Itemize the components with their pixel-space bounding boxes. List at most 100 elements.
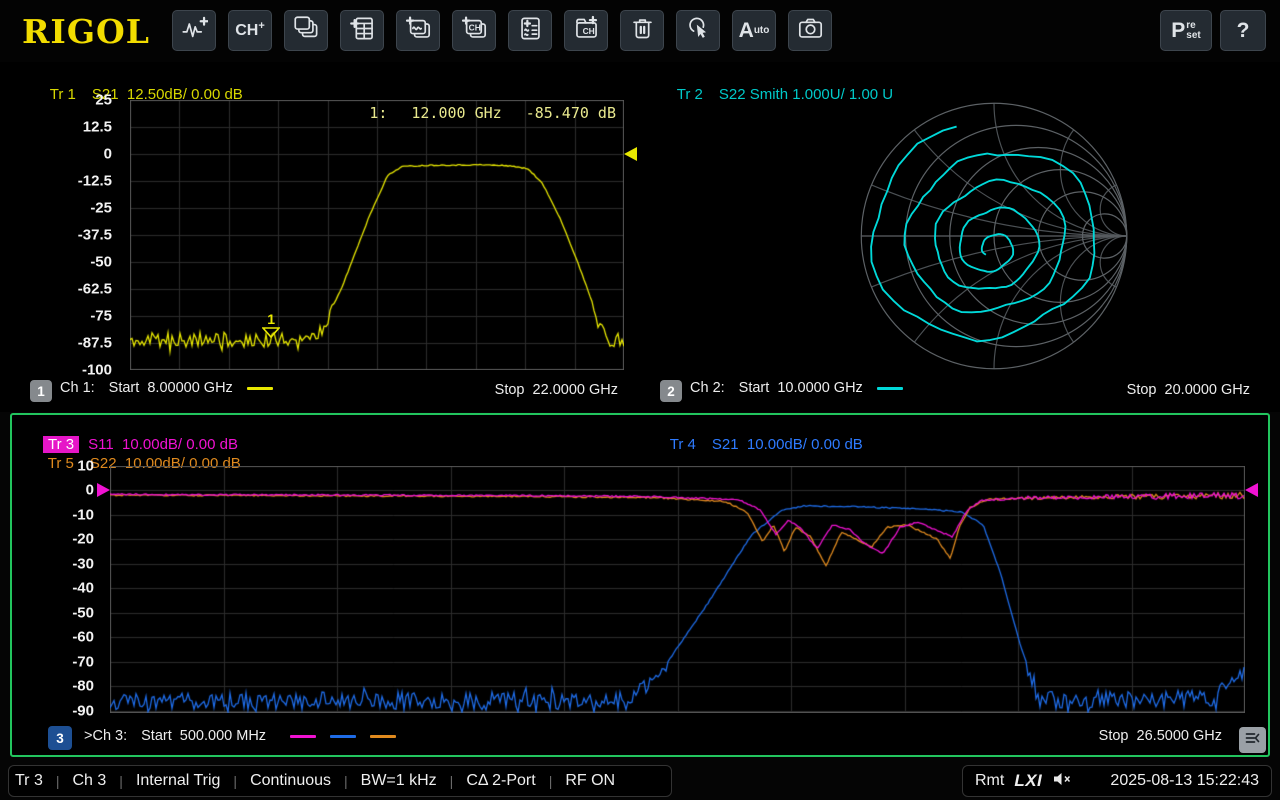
- ch3-badge[interactable]: 3: [48, 726, 72, 750]
- trace-add-button[interactable]: [172, 10, 216, 51]
- y-tick-label: 10: [77, 458, 94, 475]
- plot-ch3: [110, 466, 1245, 713]
- status-item[interactable]: RF ON: [565, 772, 615, 790]
- channel-folder-add-icon: CH: [573, 15, 600, 47]
- ch3-ref-level-arrow-right[interactable]: [1245, 483, 1258, 497]
- ch3-start[interactable]: Start 500.000 MHz: [141, 728, 266, 744]
- mute-icon[interactable]: [1052, 771, 1073, 792]
- status-separator: |: [119, 773, 123, 789]
- clock[interactable]: 2025-08-13 15:22:43: [1110, 772, 1259, 790]
- trace-add-icon: [181, 15, 208, 47]
- trace-window-add-button[interactable]: [396, 10, 440, 51]
- toolbar: RIGOL CH+ CH CH Auto: [0, 0, 1280, 62]
- channel2-panel: Tr 2S22 Smith 1.000U/ 1.00 U 2 Ch 2: Sta…: [640, 62, 1280, 412]
- channel-add-icon: CH: [235, 22, 258, 40]
- trace3-legend-line: [290, 735, 316, 738]
- touch-icon: [685, 15, 712, 47]
- trace5-legend-line: [370, 735, 396, 738]
- measure-table-add-button[interactable]: [340, 10, 384, 51]
- y-tick-label: 25: [95, 92, 112, 109]
- ch2-start[interactable]: Start 10.0000 GHz: [739, 380, 863, 396]
- channel-add-button[interactable]: CH+: [228, 10, 272, 51]
- channel-folder-add-button[interactable]: CH: [564, 10, 608, 51]
- trace4-header[interactable]: Tr 4S21 10.00dB/ 0.00 dB: [645, 419, 863, 470]
- ch1-badge[interactable]: 1: [30, 380, 52, 402]
- rigol-logo: RIGOL: [12, 8, 160, 54]
- status-right: Rmt LXI 2025-08-13 15:22:43: [962, 765, 1272, 797]
- ch1-stop[interactable]: Stop 22.0000 GHz: [495, 382, 618, 398]
- channel-window-add-icon: CH: [461, 15, 488, 47]
- svg-text:CH: CH: [468, 22, 480, 32]
- ch2-stop[interactable]: Stop 20.0000 GHz: [1127, 382, 1250, 398]
- ch1-label: Ch 1:: [60, 380, 95, 396]
- status-item[interactable]: Tr 3: [15, 772, 43, 790]
- status-item[interactable]: Ch 3: [73, 772, 107, 790]
- y-tick-label: -60: [72, 629, 94, 646]
- camera-icon: [797, 15, 824, 47]
- yaxis-ch1: 2512.50-12.5-25-37.5-50-62.5-75-87.5-100: [0, 100, 122, 370]
- canvas-ch3[interactable]: [110, 466, 1245, 713]
- channel1-panel: Tr 1S21 12.50dB/ 0.00 dB 2512.50-12.5-25…: [0, 62, 640, 412]
- status-item[interactable]: BW=1 kHz: [361, 772, 437, 790]
- ch1-footer: 1 Ch 1: Start 8.00000 GHz Stop 22.0000 G…: [0, 380, 640, 404]
- trash-icon: [629, 15, 656, 47]
- ch1-ref-level-arrow[interactable]: [624, 147, 637, 161]
- marker-1[interactable]: 1: [262, 312, 280, 338]
- measure-table-add-icon: [349, 15, 376, 47]
- status-item[interactable]: Continuous: [250, 772, 331, 790]
- ch3-footer: 3 >Ch 3: Start 500.000 MHz Stop 26.5000 …: [12, 726, 1268, 750]
- trace4-legend-line: [330, 735, 356, 738]
- status-separator: |: [233, 773, 237, 789]
- meas-list-add-icon: [517, 15, 544, 47]
- plot-ch1: 1: 12.000 GHz -85.470 dB 1: [130, 100, 624, 370]
- y-tick-label: -75: [90, 308, 112, 325]
- y-tick-label: -12.5: [78, 173, 112, 190]
- ch3-ref-level-arrow-left[interactable]: [97, 483, 110, 497]
- canvas-ch1[interactable]: [130, 100, 624, 370]
- ch2-footer: 2 Ch 2: Start 10.0000 GHz Stop 20.0000 G…: [640, 380, 1280, 404]
- help-icon: ?: [1237, 19, 1250, 43]
- y-tick-label: -50: [72, 604, 94, 621]
- auto-scale-button[interactable]: Auto: [732, 10, 776, 51]
- smith-ch2[interactable]: [848, 90, 1140, 382]
- marker-readout-ch1: 1: 12.000 GHz -85.470 dB: [369, 104, 616, 122]
- vna-screen: RIGOL CH+ CH CH Auto: [0, 0, 1280, 800]
- y-tick-label: -30: [72, 555, 94, 572]
- y-tick-label: -62.5: [78, 281, 112, 298]
- status-bar: Tr 3 | Ch 3 | Internal Trig | Continuous | BW=1 …: [0, 762, 1280, 800]
- ch3-label: >Ch 3:: [84, 728, 127, 744]
- y-tick-label: 12.5: [83, 119, 112, 136]
- ch2-label: Ch 2:: [690, 380, 725, 396]
- yaxis-ch3: 100-10-20-30-40-50-60-70-80-90: [12, 466, 104, 713]
- auto-scale-icon: A: [739, 19, 754, 43]
- y-tick-label: 0: [86, 482, 94, 499]
- ch2-badge[interactable]: 2: [660, 380, 682, 402]
- y-tick-label: -80: [72, 678, 94, 695]
- y-tick-label: 0: [104, 146, 112, 163]
- touch-button[interactable]: [676, 10, 720, 51]
- y-tick-label: -100: [82, 362, 112, 379]
- ch3-stop[interactable]: Stop 26.5000 GHz: [1099, 728, 1222, 744]
- help-button[interactable]: ?: [1220, 10, 1266, 51]
- y-tick-label: -40: [72, 580, 94, 597]
- lxi-logo: LXI: [1014, 771, 1042, 791]
- meas-list-add-button[interactable]: [508, 10, 552, 51]
- preset-button[interactable]: Preset: [1160, 10, 1212, 51]
- status-item[interactable]: CΔ 2-Port: [466, 772, 535, 790]
- trace2-legend-line: [877, 387, 903, 390]
- y-tick-label: -10: [72, 506, 94, 523]
- status-separator: |: [450, 773, 454, 789]
- delete-button[interactable]: [620, 10, 664, 51]
- panel-menu-button[interactable]: [1239, 727, 1266, 753]
- status-item[interactable]: Internal Trig: [136, 772, 220, 790]
- menu-collapse-icon: [1244, 730, 1261, 751]
- y-tick-label: -50: [90, 254, 112, 271]
- window-layout-button[interactable]: [284, 10, 328, 51]
- svg-text:CH: CH: [582, 25, 594, 35]
- screenshot-button[interactable]: [788, 10, 832, 51]
- remote-indicator: Rmt: [975, 772, 1004, 790]
- status-separator: |: [56, 773, 60, 789]
- ch1-start[interactable]: Start 8.00000 GHz: [109, 380, 233, 396]
- channel3-panel[interactable]: Tr 3S11 10.00dB/ 0.00 dB Tr 4S21 10.00dB…: [10, 413, 1270, 757]
- channel-window-add-button[interactable]: CH: [452, 10, 496, 51]
